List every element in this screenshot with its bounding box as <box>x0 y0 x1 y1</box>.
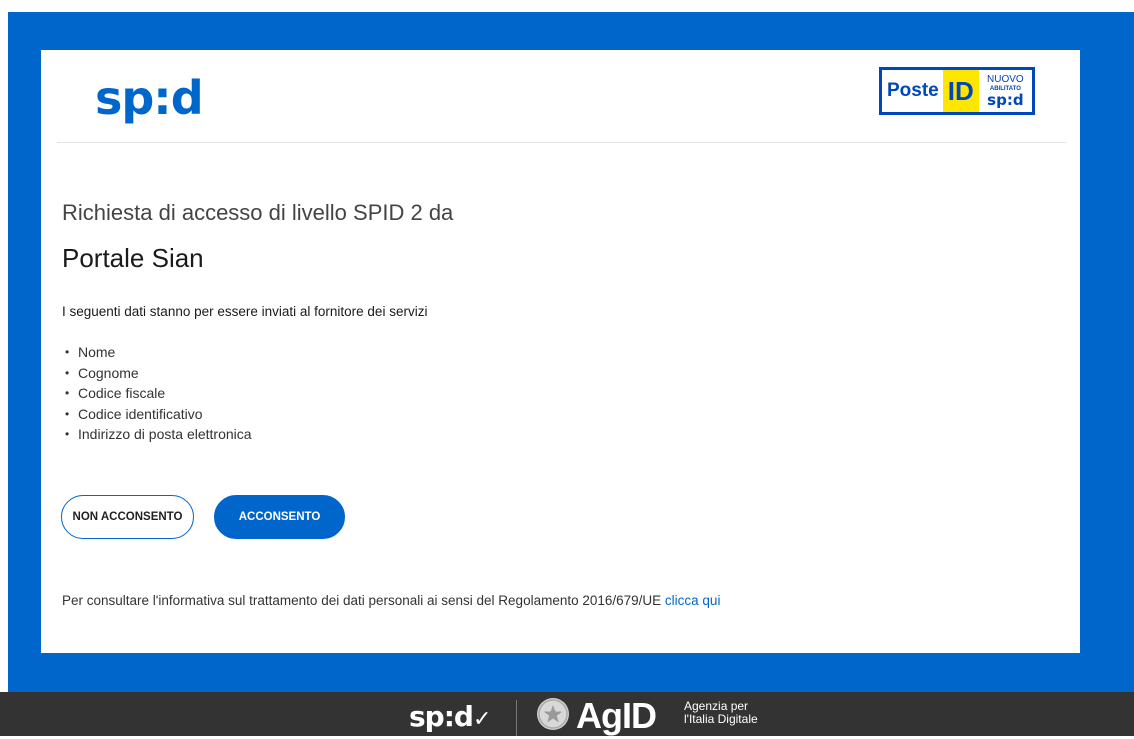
deny-consent-button[interactable]: NON ACCONSENTO <box>61 495 194 539</box>
consent-card: sp:d Poste ID NUOVO ABILITATO sp:d Richi… <box>41 50 1080 653</box>
poste-id-logo: Poste ID NUOVO ABILITATO sp:d <box>879 67 1035 115</box>
checkmark-icon: ✓ <box>472 707 491 732</box>
poste-logo-spid-mark: NUOVO ABILITATO sp:d <box>978 70 1032 112</box>
agid-logo-text: AgID <box>576 695 657 736</box>
agid-agency-line-2: l'Italia Digitale <box>684 712 758 726</box>
list-item: • Codice identificativo <box>62 404 252 425</box>
bullet-icon: • <box>65 386 70 400</box>
data-intro-text: I seguenti dati stanno per essere inviat… <box>62 304 428 319</box>
bullet-icon: • <box>65 427 70 441</box>
privacy-text: Per consultare l'informativa sul trattam… <box>62 593 665 608</box>
request-level-line: Richiesta di accesso di livello SPID 2 d… <box>62 200 454 225</box>
attribute-label: Cognome <box>78 364 139 381</box>
privacy-link[interactable]: clicca qui <box>665 593 721 608</box>
footer-divider <box>516 700 517 736</box>
attribute-label: Nome <box>78 344 116 360</box>
list-item: • Indirizzo di posta elettronica <box>62 424 252 445</box>
bullet-icon: • <box>65 345 70 359</box>
spid-logo: sp:d <box>95 71 204 125</box>
service-provider-name: Portale Sian <box>62 243 204 273</box>
agid-agency-name: Agenzia per l'Italia Digitale <box>684 700 758 726</box>
bullet-icon: • <box>65 406 70 421</box>
poste-logo-text: Poste <box>882 70 943 112</box>
bullet-icon: • <box>65 365 70 380</box>
italian-republic-emblem-icon <box>537 698 569 730</box>
poste-logo-id: ID <box>942 70 979 112</box>
footer-spid-text: sp:d <box>409 700 474 733</box>
card-header: sp:d Poste ID NUOVO ABILITATO sp:d <box>57 50 1066 143</box>
list-item: • Cognome <box>62 363 252 384</box>
attribute-label: Codice identificativo <box>78 405 203 422</box>
poste-logo-nuovo: NUOVO <box>987 73 1024 85</box>
attribute-label: Codice fiscale <box>78 385 166 401</box>
footer: sp:d✓ AgID Agenzia per l'Italia Digitale <box>0 692 1134 736</box>
poste-logo-spid: sp:d <box>987 90 1024 109</box>
attribute-list: • Nome • Cognome • Codice fiscale • Codice i… <box>62 342 252 445</box>
list-item: • Codice fiscale <box>62 383 252 404</box>
accept-consent-button[interactable]: ACCONSENTO <box>214 495 345 539</box>
privacy-notice: Per consultare l'informativa sul trattam… <box>62 593 720 608</box>
list-item: • Nome <box>62 342 252 363</box>
attribute-label: Indirizzo di posta elettronica <box>78 426 252 442</box>
footer-spid-logo: sp:d✓ <box>409 698 491 739</box>
